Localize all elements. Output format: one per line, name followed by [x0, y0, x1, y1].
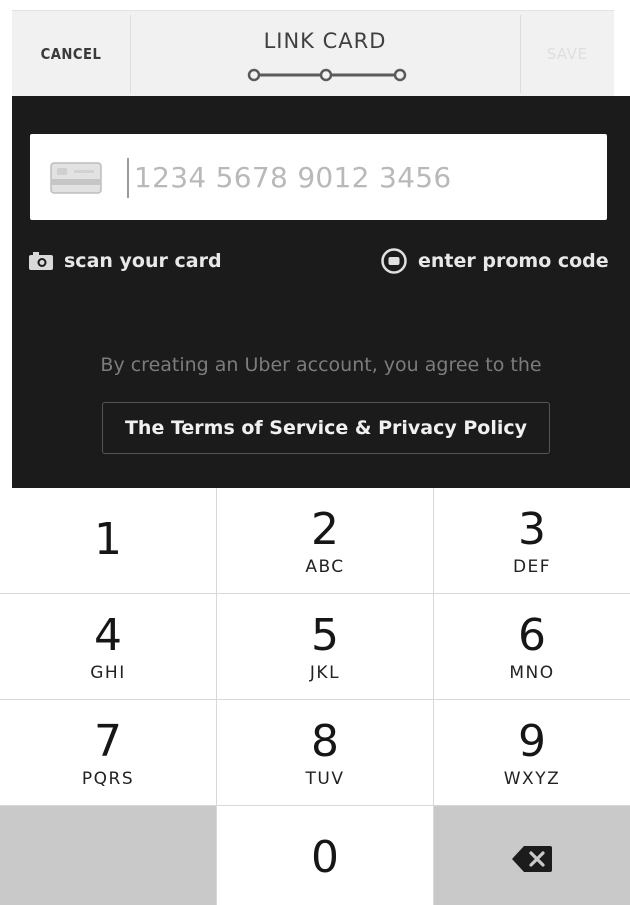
scan-card-button[interactable]: scan your card: [28, 246, 222, 276]
card-number-input[interactable]: [134, 152, 594, 202]
key-digit: 0: [311, 832, 339, 883]
keypad-key-1[interactable]: 1: [0, 488, 217, 594]
card-number-field[interactable]: [30, 134, 607, 220]
promo-code-label: enter promo code: [418, 250, 609, 272]
key-digit: 4: [94, 610, 122, 661]
key-letters: TUV: [305, 769, 345, 789]
link-card-screen: CANCEL LINK CARD SAVE 1234 5678 9012 345…: [0, 0, 630, 905]
camera-icon: [29, 252, 53, 270]
agreement-text: By creating an Uber account, you agree t…: [100, 354, 542, 376]
header-divider: [130, 15, 131, 93]
keypad-key-6[interactable]: 6 MNO: [434, 594, 630, 700]
numeric-keypad: 1 2 ABC 3 DEF 4 GHI 5 JKL 6 MNO 7 PQRS 8: [0, 488, 630, 905]
key-letters: MNO: [509, 663, 555, 683]
scan-card-label: scan your card: [64, 250, 222, 272]
nav-header: CANCEL LINK CARD SAVE: [12, 10, 614, 96]
keypad-backspace-key[interactable]: [434, 806, 630, 905]
terms-privacy-button[interactable]: The Terms of Service & Privacy Policy: [102, 402, 550, 454]
keypad-key-2[interactable]: 2 ABC: [217, 488, 434, 594]
keypad-blank-key: [0, 806, 217, 905]
promo-circle-icon: [381, 248, 407, 274]
credit-card-icon: [50, 162, 102, 194]
keypad-key-3[interactable]: 3 DEF: [434, 488, 630, 594]
progress-steps-indicator: [247, 68, 407, 82]
page-title: LINK CARD: [263, 29, 387, 53]
key-digit: 5: [311, 610, 339, 661]
promo-code-button[interactable]: enter promo code: [380, 246, 609, 276]
key-letters: DEF: [512, 557, 552, 577]
key-digit: 9: [518, 716, 546, 767]
keypad-key-8[interactable]: 8 TUV: [217, 700, 434, 806]
key-digit: 3: [518, 504, 546, 555]
keypad-key-9[interactable]: 9 WXYZ: [434, 700, 630, 806]
keypad-key-7[interactable]: 7 PQRS: [0, 700, 217, 806]
key-digit: 2: [311, 504, 339, 555]
key-digit: 7: [94, 716, 122, 767]
key-letters: WXYZ: [503, 769, 561, 789]
key-letters: PQRS: [81, 769, 135, 789]
key-digit: 8: [311, 716, 339, 767]
key-digit: 1: [94, 514, 122, 565]
key-letters: JKL: [309, 663, 341, 683]
key-letters: GHI: [90, 663, 126, 683]
save-button[interactable]: SAVE: [520, 11, 614, 97]
key-digit: 6: [518, 610, 546, 661]
keypad-key-5[interactable]: 5 JKL: [217, 594, 434, 700]
keypad-key-0[interactable]: 0: [217, 806, 434, 905]
backspace-icon: [512, 846, 552, 872]
keypad-key-4[interactable]: 4 GHI: [0, 594, 217, 700]
cancel-button[interactable]: CANCEL: [19, 11, 123, 97]
key-letters: ABC: [305, 557, 345, 577]
text-cursor: [127, 158, 129, 198]
card-form: scan your card enter promo code By creat…: [12, 96, 630, 488]
